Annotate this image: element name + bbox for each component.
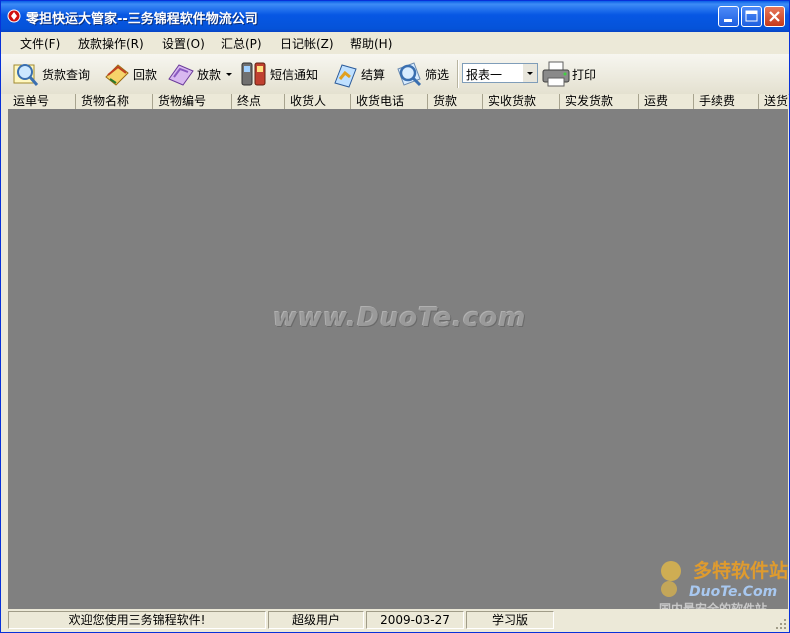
print-label: 打印: [572, 67, 597, 82]
sms-notify-label: 短信通知: [270, 67, 319, 82]
filter-label: 筛选: [425, 67, 450, 82]
status-welcome: 欢迎您使用三务锦程软件!: [8, 611, 266, 629]
column-header[interactable]: 运费: [639, 94, 694, 109]
menu-settings[interactable]: 设置(O): [162, 35, 205, 52]
report-select-dropdown[interactable]: [523, 64, 537, 82]
menu-file[interactable]: 文件(F): [20, 35, 60, 52]
column-header[interactable]: 收货人: [285, 94, 351, 109]
printer-icon: [542, 61, 570, 87]
chevron-down-icon[interactable]: [224, 69, 234, 79]
status-edition: 学习版: [466, 611, 554, 629]
settle-icon: [334, 64, 357, 88]
mobile-phone-icon: [241, 62, 266, 86]
settle-label: 结算: [361, 67, 386, 82]
column-header[interactable]: 实发货款: [560, 94, 639, 109]
resize-grip-icon[interactable]: [775, 618, 787, 630]
chevron-down-icon: [527, 72, 533, 75]
payment-query-label: 货款查询: [42, 67, 91, 82]
report-select[interactable]: 报表一: [462, 63, 538, 83]
column-header[interactable]: 实收货款: [483, 94, 560, 109]
close-icon: [769, 11, 780, 22]
magnifier-icon: [13, 64, 39, 86]
toolbar: 货款查询 回款 放款 短信通知 结算 筛选 打印: [1, 54, 789, 95]
column-header[interactable]: 收货电话: [351, 94, 428, 109]
column-header[interactable]: 货物名称: [76, 94, 153, 109]
return-payment-button[interactable]: 回款: [102, 58, 157, 90]
money-stack-icon: [105, 64, 129, 86]
watermark: www.DuoTe.com: [273, 303, 527, 333]
menu-help[interactable]: 帮助(H): [350, 35, 392, 52]
print-button[interactable]: 打印: [541, 58, 596, 90]
status-user: 超级用户: [268, 611, 364, 629]
payout-label: 放款: [197, 67, 222, 82]
sms-notify-button[interactable]: 短信通知: [239, 58, 318, 90]
settle-button[interactable]: 结算: [330, 58, 385, 90]
data-grid[interactable]: www.DuoTe.com: [8, 109, 788, 609]
maximize-button[interactable]: [741, 6, 762, 27]
title-bar[interactable]: 零担快运大管家--三务锦程软件物流公司: [1, 1, 789, 32]
grid-header: 运单号 货物名称 货物编号 终点 收货人 收货电话 货款 实收货款 实发货款 运…: [8, 94, 788, 110]
main-window: 零担快运大管家--三务锦程软件物流公司 文件(F) 放款操作(R) 设置(O) …: [0, 0, 790, 633]
maximize-icon: [745, 10, 758, 22]
column-header[interactable]: 货款: [428, 94, 483, 109]
column-header[interactable]: 手续费: [694, 94, 759, 109]
return-payment-label: 回款: [133, 67, 158, 82]
toolbar-separator: [457, 60, 459, 88]
menu-journal[interactable]: 日记帐(Z): [280, 35, 334, 52]
menu-payout-ops[interactable]: 放款操作(R): [78, 35, 144, 52]
status-date: 2009-03-27: [366, 611, 464, 629]
payment-query-button[interactable]: 货款查询: [11, 58, 90, 90]
report-select-value: 报表一: [466, 68, 503, 82]
menu-bar: 文件(F) 放款操作(R) 设置(O) 汇总(P) 日记帐(Z) 帮助(H): [1, 32, 789, 54]
menu-summary[interactable]: 汇总(P): [221, 35, 262, 52]
payout-icon: [168, 64, 194, 86]
filter-button[interactable]: 筛选: [394, 58, 449, 90]
left-strip: [1, 94, 8, 609]
minimize-button[interactable]: [718, 6, 739, 27]
logo-domain: DuoTe.Com: [689, 584, 777, 600]
minimize-icon: [724, 19, 732, 22]
column-header[interactable]: 运单号: [8, 94, 76, 109]
close-button[interactable]: [764, 6, 785, 27]
app-icon: [7, 9, 21, 23]
status-bar: 欢迎您使用三务锦程软件! 超级用户 2009-03-27 学习版: [1, 609, 789, 632]
window-title: 零担快运大管家--三务锦程软件物流公司: [26, 12, 258, 27]
column-header[interactable]: 终点: [232, 94, 285, 109]
payout-button[interactable]: 放款: [166, 58, 234, 90]
logo-brand: 多特软件站: [693, 559, 788, 582]
column-header[interactable]: 送货: [759, 94, 788, 109]
column-header[interactable]: 货物编号: [153, 94, 232, 109]
filter-magnifier-icon: [397, 62, 422, 87]
